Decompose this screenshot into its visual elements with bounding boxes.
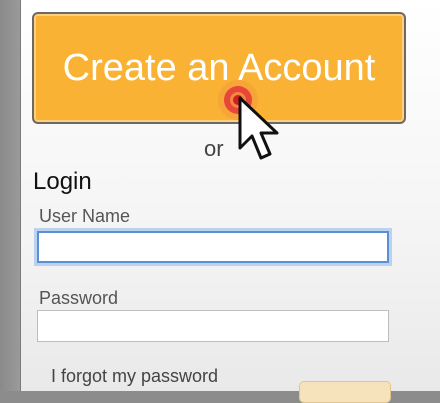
password-input[interactable] bbox=[37, 310, 389, 342]
cursor-arrow-icon bbox=[238, 96, 279, 160]
forgot-password-link[interactable]: I forgot my password bbox=[51, 366, 218, 387]
login-panel: Create an Account or Login User Name Pas… bbox=[20, 0, 440, 403]
username-input[interactable] bbox=[37, 231, 389, 263]
username-label: User Name bbox=[39, 206, 131, 226]
sidebar-strip bbox=[0, 0, 20, 391]
login-button[interactable] bbox=[299, 381, 391, 403]
or-separator: or bbox=[204, 136, 224, 161]
login-heading: Login bbox=[33, 168, 92, 195]
password-label: Password bbox=[39, 288, 119, 308]
